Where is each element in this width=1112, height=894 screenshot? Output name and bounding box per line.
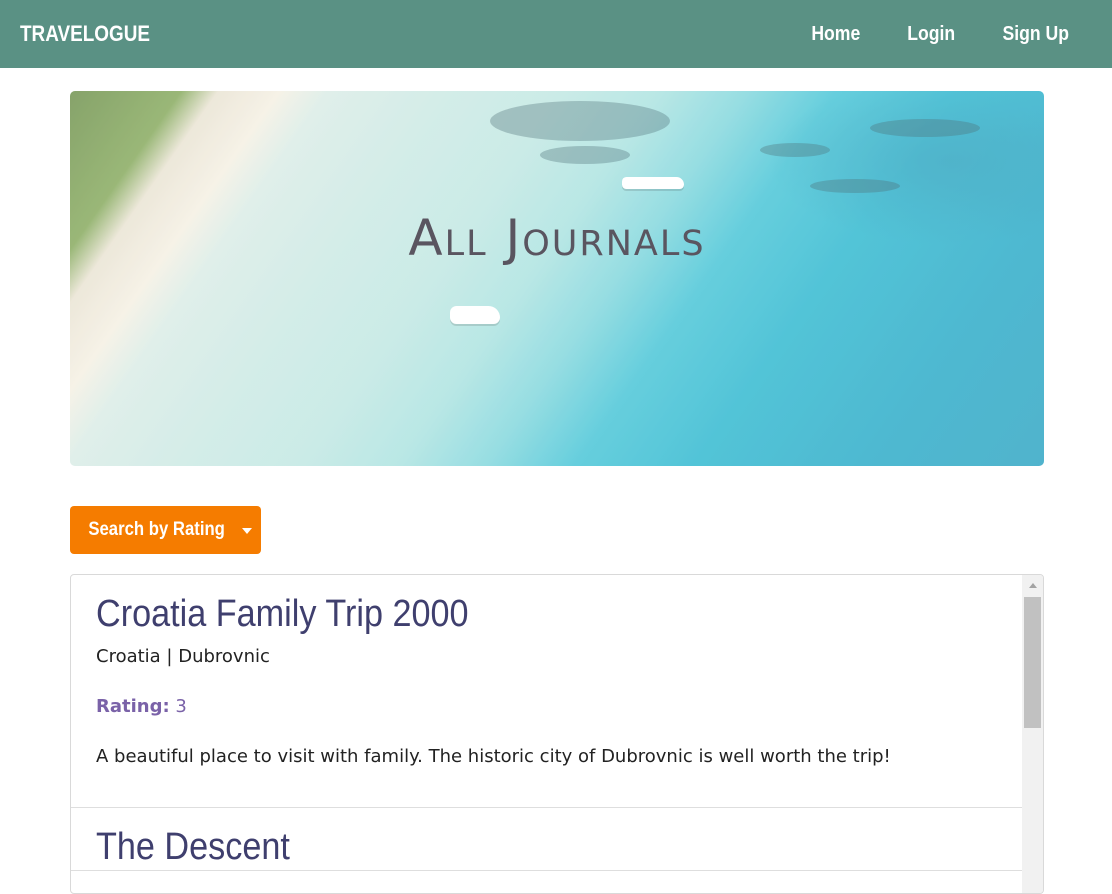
- page-title: All Journals: [408, 209, 706, 267]
- hero-overlay: [70, 91, 1044, 466]
- caret-down-icon: [242, 528, 253, 534]
- journal-location: Croatia | Dubrovnic: [96, 646, 270, 667]
- brand-logo[interactable]: TRAVELOGUE: [20, 21, 150, 47]
- journal-entries: Croatia Family Trip 2000 Croatia | Dubro…: [71, 575, 1023, 871]
- search-by-rating-label: Search by Rating: [88, 519, 225, 540]
- nav-link-login[interactable]: Login: [907, 23, 955, 46]
- journal-list[interactable]: Croatia Family Trip 2000 Croatia | Dubro…: [70, 574, 1044, 894]
- nav-links: Home Login Sign Up: [768, 23, 1074, 46]
- journal-title[interactable]: Croatia Family Trip 2000: [96, 591, 469, 637]
- scrollbar-thumb[interactable]: [1024, 597, 1041, 728]
- navbar: TRAVELOGUE Home Login Sign Up: [0, 0, 1112, 68]
- nav-link-signup[interactable]: Sign Up: [1003, 23, 1069, 46]
- scrollbar[interactable]: [1022, 575, 1043, 893]
- hero-banner: All Journals: [70, 91, 1044, 466]
- rating-label: Rating:: [96, 696, 170, 717]
- rating-value: 3: [175, 696, 187, 717]
- journal-rating: Rating: 3: [96, 695, 998, 719]
- journal-card[interactable]: The Descent: [71, 808, 1023, 871]
- journal-title[interactable]: The Descent: [96, 824, 290, 870]
- scroll-up-arrow-icon[interactable]: [1022, 575, 1043, 596]
- search-by-rating-dropdown[interactable]: Search by Rating: [70, 506, 261, 554]
- nav-link-home[interactable]: Home: [812, 23, 861, 46]
- journal-card[interactable]: Croatia Family Trip 2000 Croatia | Dubro…: [71, 575, 1023, 808]
- journal-description: A beautiful place to visit with family. …: [96, 746, 891, 767]
